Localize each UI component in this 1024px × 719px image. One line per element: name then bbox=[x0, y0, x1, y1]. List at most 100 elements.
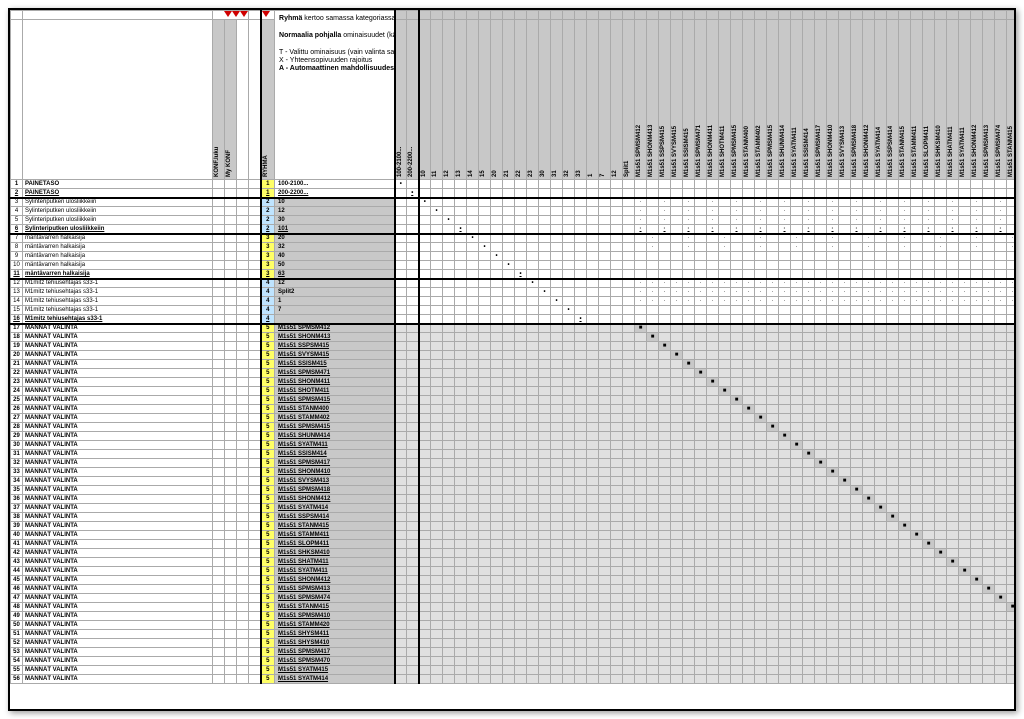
data-cell[interactable] bbox=[923, 621, 935, 630]
data-cell[interactable] bbox=[803, 639, 815, 648]
data-cell[interactable] bbox=[563, 243, 575, 252]
data-cell[interactable] bbox=[515, 666, 527, 675]
data-cell[interactable] bbox=[899, 549, 911, 558]
data-cell[interactable] bbox=[839, 459, 851, 468]
data-cell[interactable] bbox=[731, 666, 743, 675]
data-cell[interactable] bbox=[755, 657, 767, 666]
konf-cell[interactable] bbox=[213, 369, 225, 378]
data-cell[interactable] bbox=[923, 243, 935, 252]
data-cell[interactable] bbox=[983, 639, 995, 648]
data-cell[interactable] bbox=[467, 252, 479, 261]
data-cell[interactable] bbox=[635, 414, 647, 423]
konf-cell[interactable] bbox=[213, 513, 225, 522]
data-cell[interactable] bbox=[947, 531, 959, 540]
data-cell[interactable]: · bbox=[1007, 243, 1016, 252]
data-cell[interactable] bbox=[479, 450, 491, 459]
data-cell[interactable] bbox=[899, 450, 911, 459]
data-cell[interactable] bbox=[683, 450, 695, 459]
data-cell[interactable] bbox=[935, 522, 947, 531]
col-header[interactable]: 12 bbox=[443, 20, 455, 180]
data-cell[interactable] bbox=[671, 666, 683, 675]
data-cell[interactable]: · bbox=[935, 279, 947, 288]
data-cell[interactable] bbox=[707, 594, 719, 603]
data-cell[interactable] bbox=[983, 612, 995, 621]
data-cell[interactable] bbox=[635, 504, 647, 513]
data-cell[interactable]: ■ bbox=[683, 360, 695, 369]
data-cell[interactable] bbox=[515, 477, 527, 486]
data-cell[interactable] bbox=[599, 198, 611, 207]
data-cell[interactable] bbox=[503, 459, 515, 468]
data-cell[interactable] bbox=[839, 540, 851, 549]
data-cell[interactable] bbox=[575, 558, 587, 567]
data-cell[interactable] bbox=[779, 513, 791, 522]
data-cell[interactable]: · bbox=[755, 288, 767, 297]
data-cell[interactable] bbox=[719, 648, 731, 657]
data-cell[interactable] bbox=[551, 261, 563, 270]
data-cell[interactable] bbox=[683, 675, 695, 684]
data-cell[interactable] bbox=[467, 612, 479, 621]
data-cell[interactable]: · bbox=[971, 288, 983, 297]
flag-cell[interactable] bbox=[237, 225, 249, 234]
data-cell[interactable] bbox=[887, 468, 899, 477]
data-cell[interactable] bbox=[635, 630, 647, 639]
data-cell[interactable] bbox=[515, 504, 527, 513]
data-cell[interactable] bbox=[947, 324, 959, 333]
data-cell[interactable] bbox=[659, 315, 671, 324]
data-cell[interactable] bbox=[755, 333, 767, 342]
data-cell[interactable] bbox=[875, 513, 887, 522]
flag2-cell[interactable] bbox=[249, 270, 261, 279]
data-cell[interactable] bbox=[791, 612, 803, 621]
data-cell[interactable] bbox=[647, 567, 659, 576]
data-cell[interactable] bbox=[911, 612, 923, 621]
data-cell[interactable] bbox=[455, 369, 467, 378]
data-cell[interactable] bbox=[407, 414, 419, 423]
data-cell[interactable] bbox=[623, 351, 635, 360]
data-cell[interactable] bbox=[431, 270, 443, 279]
data-cell[interactable] bbox=[995, 459, 1007, 468]
data-cell[interactable] bbox=[563, 423, 575, 432]
data-cell[interactable] bbox=[623, 423, 635, 432]
konf-cell[interactable] bbox=[213, 396, 225, 405]
data-cell[interactable]: · bbox=[899, 243, 911, 252]
data-cell[interactable] bbox=[959, 468, 971, 477]
data-cell[interactable] bbox=[419, 657, 431, 666]
data-cell[interactable] bbox=[527, 198, 539, 207]
data-cell[interactable] bbox=[743, 594, 755, 603]
data-cell[interactable] bbox=[647, 306, 659, 315]
data-cell[interactable]: · bbox=[659, 198, 671, 207]
col-header[interactable]: 11 bbox=[431, 20, 443, 180]
data-cell[interactable] bbox=[719, 270, 731, 279]
data-cell[interactable] bbox=[779, 360, 791, 369]
data-cell[interactable] bbox=[899, 666, 911, 675]
data-cell[interactable] bbox=[767, 450, 779, 459]
data-cell[interactable] bbox=[515, 261, 527, 270]
data-cell[interactable] bbox=[659, 180, 671, 189]
data-cell[interactable] bbox=[395, 396, 407, 405]
flag2-cell[interactable] bbox=[249, 414, 261, 423]
data-cell[interactable] bbox=[731, 360, 743, 369]
data-cell[interactable] bbox=[827, 261, 839, 270]
data-cell[interactable] bbox=[527, 486, 539, 495]
data-cell[interactable] bbox=[515, 603, 527, 612]
data-cell[interactable] bbox=[623, 189, 635, 198]
data-cell[interactable] bbox=[395, 207, 407, 216]
data-cell[interactable] bbox=[851, 648, 863, 657]
data-cell[interactable] bbox=[539, 666, 551, 675]
data-cell[interactable] bbox=[587, 513, 599, 522]
data-cell[interactable]: · bbox=[659, 288, 671, 297]
data-cell[interactable] bbox=[455, 531, 467, 540]
data-cell[interactable] bbox=[911, 585, 923, 594]
data-cell[interactable] bbox=[863, 585, 875, 594]
data-cell[interactable] bbox=[623, 468, 635, 477]
data-cell[interactable] bbox=[911, 477, 923, 486]
data-cell[interactable] bbox=[563, 297, 575, 306]
data-cell[interactable] bbox=[779, 621, 791, 630]
data-cell[interactable] bbox=[695, 378, 707, 387]
data-cell[interactable] bbox=[899, 486, 911, 495]
data-cell[interactable] bbox=[623, 513, 635, 522]
col-header[interactable]: 14 bbox=[467, 20, 479, 180]
data-cell[interactable]: · bbox=[671, 297, 683, 306]
data-cell[interactable] bbox=[1007, 342, 1016, 351]
data-cell[interactable] bbox=[803, 558, 815, 567]
data-cell[interactable] bbox=[875, 234, 887, 243]
